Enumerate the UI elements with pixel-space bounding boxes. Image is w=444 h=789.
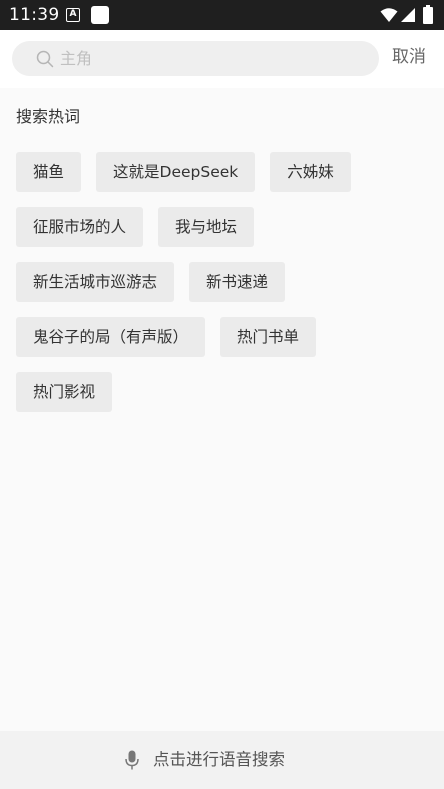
status-bar: 11:39 A (0, 0, 444, 30)
tag-row: 鬼谷子的局（有声版） 热门书单 (16, 317, 436, 357)
tag-row: 猫鱼 这就是DeepSeek 六姊妹 (16, 152, 436, 192)
microphone-icon (125, 750, 139, 770)
hot-word-tag[interactable]: 新生活城市巡游志 (16, 262, 175, 302)
battery-icon (423, 5, 433, 24)
hot-word-tag[interactable]: 这就是DeepSeek (96, 152, 256, 192)
signal-icon (401, 8, 415, 22)
hot-word-tag[interactable]: 新书速递 (189, 262, 286, 302)
hot-words-title: 搜索热词 (16, 107, 81, 126)
hot-word-tag[interactable]: 热门书单 (220, 317, 317, 357)
hot-word-tag[interactable]: 六姊妹 (270, 152, 351, 192)
cancel-button[interactable]: 取消 (392, 45, 426, 69)
voice-search-button[interactable]: 点击进行语音搜索 (0, 731, 444, 789)
status-time: 11:39 (9, 5, 60, 25)
hot-word-tag[interactable]: 鬼谷子的局（有声版） (16, 317, 206, 357)
search-box[interactable] (12, 41, 379, 76)
wifi-icon (380, 8, 398, 22)
hot-word-tag[interactable]: 征服市场的人 (16, 207, 144, 247)
hot-words-list: 猫鱼 这就是DeepSeek 六姊妹 征服市场的人 我与地坛 新生活城市巡游志 … (16, 152, 436, 427)
app-square-icon (91, 6, 109, 24)
notification-a-icon: A (66, 8, 80, 22)
search-input[interactable] (60, 41, 360, 76)
hot-word-tag[interactable]: 热门影视 (16, 372, 113, 412)
hot-word-tag[interactable]: 我与地坛 (158, 207, 255, 247)
tag-row: 热门影视 (16, 372, 436, 412)
search-header: 取消 (0, 30, 444, 88)
search-icon (36, 50, 54, 68)
voice-search-label: 点击进行语音搜索 (153, 750, 285, 769)
hot-word-tag[interactable]: 猫鱼 (16, 152, 82, 192)
tag-row: 征服市场的人 我与地坛 (16, 207, 436, 247)
tag-row: 新生活城市巡游志 新书速递 (16, 262, 436, 302)
